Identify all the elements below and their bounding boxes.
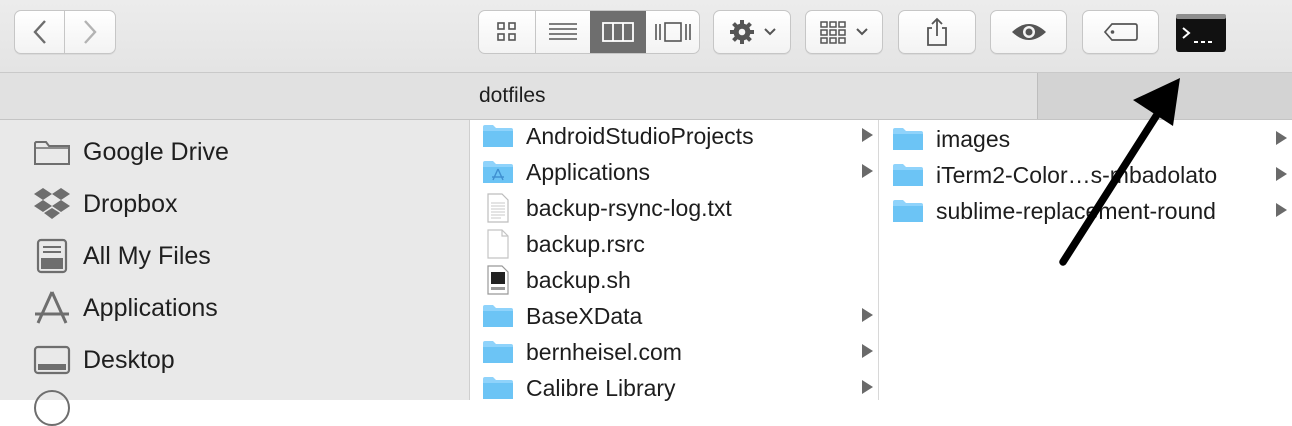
sidebar-item-desktop[interactable]: Desktop <box>33 340 175 380</box>
back-button[interactable] <box>14 10 65 54</box>
desktop-icon <box>33 341 71 379</box>
chevron-down-icon <box>764 28 776 36</box>
toolbar <box>0 0 1292 73</box>
list-item[interactable]: backup.rsrc <box>470 226 878 262</box>
list-item[interactable]: images <box>879 121 1292 157</box>
disclosure-arrow-icon <box>862 128 873 142</box>
share-icon <box>927 17 947 46</box>
terminal-icon <box>1176 14 1226 52</box>
tag-icon <box>1103 23 1138 41</box>
folder-icon <box>891 196 925 226</box>
text-file-icon <box>481 193 515 223</box>
file-icon <box>481 229 515 259</box>
view-mode-control <box>478 10 700 54</box>
applications-icon <box>33 289 71 327</box>
column-view-button[interactable] <box>590 11 646 53</box>
all-files-icon <box>33 237 71 275</box>
cover-flow-view-button[interactable] <box>646 11 699 53</box>
group-by-icon <box>820 21 846 44</box>
folder-icon <box>481 301 515 331</box>
browser-column-2: images iTerm2-Color…s-mbadolato sublime-… <box>879 120 1292 400</box>
list-item[interactable]: Calibre Library <box>470 370 878 406</box>
folder-icon <box>891 160 925 190</box>
list-item[interactable]: backup-rsync-log.txt <box>470 190 878 226</box>
action-button[interactable] <box>713 10 791 54</box>
list-item[interactable]: backup.sh <box>470 262 878 298</box>
eye-icon <box>1011 24 1046 40</box>
disclosure-arrow-icon <box>1276 167 1287 181</box>
disclosure-arrow-icon <box>1276 131 1287 145</box>
disclosure-arrow-icon <box>862 164 873 178</box>
sidebar-item-applications[interactable]: Applications <box>33 288 218 328</box>
terminal-button[interactable] <box>1175 13 1227 53</box>
group-by-button[interactable] <box>805 10 883 54</box>
list-item[interactable]: sublime-replacement-round <box>879 193 1292 229</box>
sidebar-item-label: Google Drive <box>83 137 229 166</box>
sidebar-item-label: Applications <box>83 293 218 322</box>
sidebar-item-google-drive[interactable]: Google Drive <box>33 132 229 172</box>
folder-icon <box>481 121 515 151</box>
disclosure-arrow-icon <box>862 308 873 322</box>
disclosure-arrow-icon <box>1276 203 1287 217</box>
grid-icon <box>497 22 516 41</box>
cover-flow-icon <box>655 22 691 42</box>
path-bar: dotfiles <box>0 73 1292 120</box>
list-item[interactable]: iTerm2-Color…s-mbadolato <box>879 157 1292 193</box>
sidebar-item-label: All My Files <box>83 241 211 270</box>
sidebar-item-dropbox[interactable]: Dropbox <box>33 184 178 224</box>
applications-folder-icon <box>481 157 515 187</box>
list-item[interactable]: BaseXData <box>470 298 878 334</box>
list-item[interactable]: Applications <box>470 154 878 190</box>
tags-button[interactable] <box>1082 10 1159 54</box>
disclosure-arrow-icon <box>862 380 873 394</box>
folder-icon <box>481 373 515 403</box>
columns-icon <box>602 22 634 42</box>
chevron-down-icon <box>856 28 868 36</box>
sidebar: Google Drive Dropbox All My Files Applic… <box>0 120 470 426</box>
window-title: dotfiles <box>479 84 546 107</box>
gear-icon <box>730 20 754 44</box>
sidebar-item-label: Desktop <box>83 345 175 374</box>
list-item[interactable]: AndroidStudioProjects <box>470 118 878 154</box>
list-view-button[interactable] <box>536 11 590 53</box>
shell-script-icon <box>481 265 515 295</box>
folder-icon <box>33 133 71 171</box>
path-bar-right-pane <box>1037 73 1292 119</box>
forward-button[interactable] <box>65 10 116 54</box>
folder-icon <box>481 337 515 367</box>
list-icon <box>549 23 577 40</box>
share-button[interactable] <box>898 10 976 54</box>
dropbox-icon <box>33 185 71 223</box>
chevron-right-icon <box>84 20 97 44</box>
folder-icon <box>891 124 925 154</box>
chevron-left-icon <box>32 20 46 44</box>
icon-view-button[interactable] <box>479 11 535 53</box>
sidebar-partial-icon <box>34 390 70 426</box>
list-item[interactable]: bernheisel.com <box>470 334 878 370</box>
sidebar-item-all-my-files[interactable]: All My Files <box>33 236 211 276</box>
quick-look-button[interactable] <box>990 10 1067 54</box>
disclosure-arrow-icon <box>862 344 873 358</box>
sidebar-item-label: Dropbox <box>83 189 178 218</box>
browser-column-1: AndroidStudioProjects Applications backu… <box>470 118 879 401</box>
